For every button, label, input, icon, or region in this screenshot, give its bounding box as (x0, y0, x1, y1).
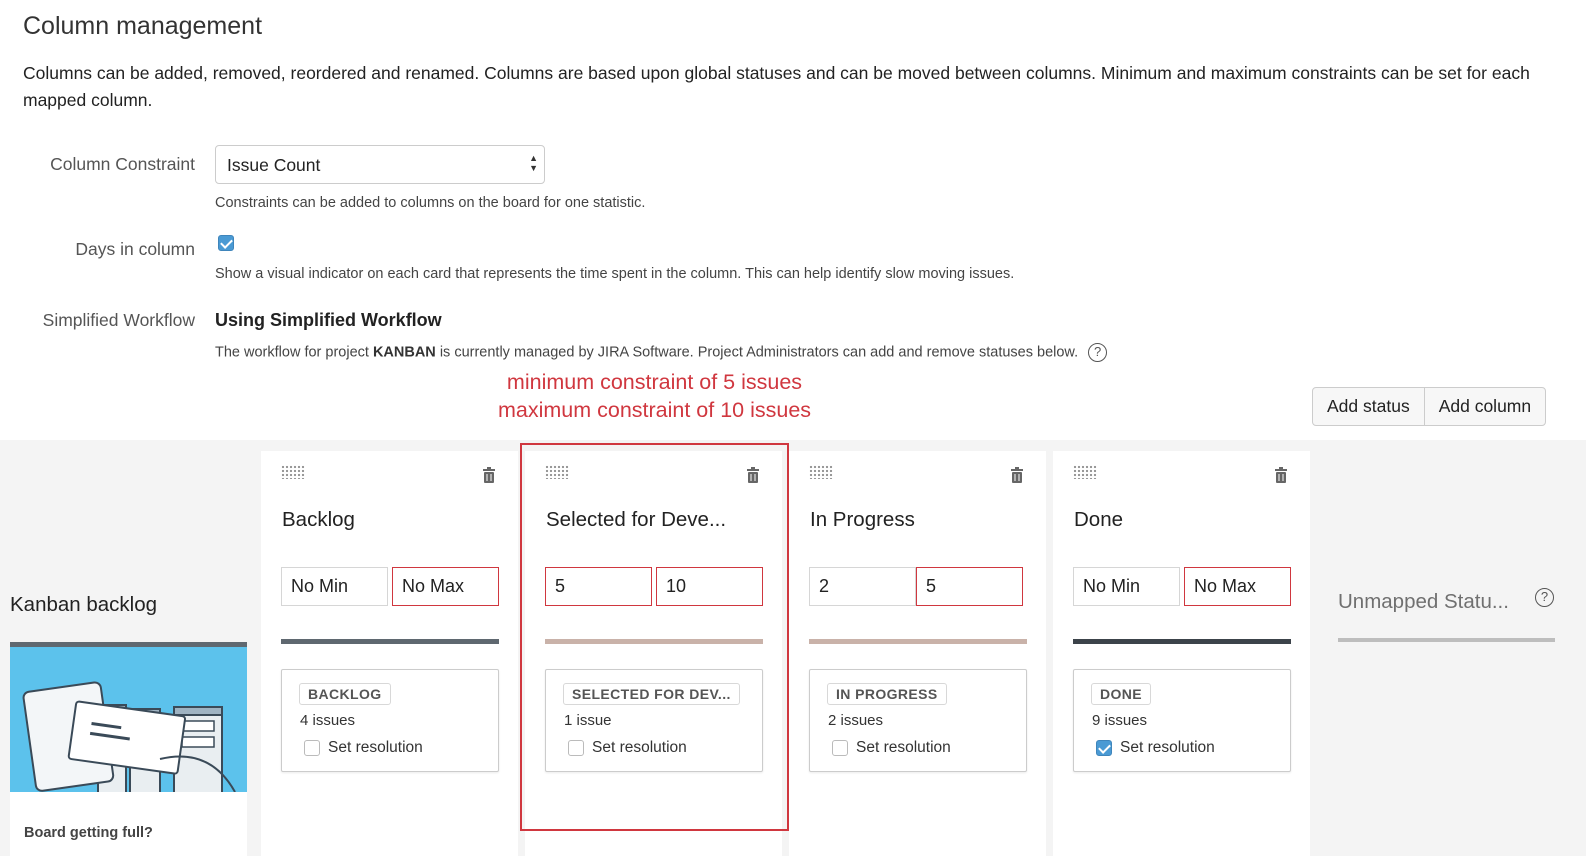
add-status-button[interactable]: Add status (1313, 388, 1424, 425)
days-in-column-checkbox[interactable] (218, 235, 234, 251)
status-lozenge: IN PROGRESS (827, 683, 947, 705)
set-resolution-checkbox[interactable] (1096, 740, 1112, 756)
annotation-max: maximum constraint of 10 issues (497, 398, 812, 422)
issue-count: 2 issues (828, 712, 884, 729)
column-status-bar (1073, 639, 1291, 644)
drag-handle-icon[interactable] (281, 465, 305, 479)
column-constraint-select[interactable]: Issue Count ▲ ▼ (215, 145, 545, 184)
trash-icon[interactable] (482, 466, 496, 484)
constraint-highlight-box (520, 443, 789, 831)
set-resolution-checkbox[interactable] (832, 740, 848, 756)
column-status-bar (809, 639, 1027, 644)
set-resolution-label: Set resolution (328, 739, 423, 756)
drag-handle-icon[interactable] (1073, 465, 1097, 479)
column-min-input[interactable]: No Min (281, 567, 388, 606)
add-column-button[interactable]: Add column (1423, 388, 1545, 425)
column-name[interactable]: Done (1074, 508, 1123, 532)
select-arrows-icon: ▲ ▼ (529, 153, 538, 173)
set-resolution-label: Set resolution (1120, 739, 1215, 756)
help-icon[interactable]: ? (1088, 343, 1108, 362)
trash-icon[interactable] (1274, 466, 1288, 484)
board-full-illustration-svg (22, 681, 236, 796)
issue-count: 4 issues (300, 712, 356, 729)
unmapped-statuses-bar (1338, 638, 1555, 642)
column-constraint-help: Constraints can be added to columns on t… (215, 195, 646, 211)
column-constraint-label: Column Constraint (50, 154, 195, 174)
page-description: Columns can be added, removed, reordered… (23, 63, 1530, 110)
workflow-help-suffix: is currently managed by JIRA Software. P… (435, 344, 1079, 361)
status-card[interactable]: DONE 9 issues Set resolution (1073, 669, 1291, 772)
column-constraint-value: Issue Count (227, 155, 321, 175)
status-card[interactable]: BACKLOG 4 issues Set resolution (281, 669, 499, 772)
set-resolution-checkbox[interactable] (304, 740, 320, 756)
workflow-help-project: KANBAN (372, 344, 436, 361)
issue-count: 9 issues (1092, 712, 1148, 729)
column-actions: Add status Add column (1312, 387, 1547, 426)
column-name[interactable]: Backlog (282, 508, 355, 532)
board-column: Done No Min No Max DONE 9 issues Set res… (1053, 451, 1310, 856)
column-status-bar (281, 639, 499, 644)
board-full-text: Board getting full? (24, 825, 153, 841)
kanban-backlog-panel: Board getting full? (10, 647, 247, 856)
column-board: Kanban backlog Board getting full? Backl… (0, 440, 1586, 856)
status-lozenge: BACKLOG (299, 683, 391, 705)
page-title: Column management (23, 12, 263, 40)
board-column: Backlog No Min No Max BACKLOG 4 issues S… (261, 451, 518, 856)
simplified-workflow-help: The workflow for project KANBAN is curre… (215, 343, 1108, 362)
column-min-input[interactable]: No Min (1073, 567, 1180, 606)
drag-handle-icon[interactable] (809, 465, 833, 479)
column-max-input[interactable]: 5 (916, 567, 1023, 606)
unmapped-statuses-title: Unmapped Statu... (1338, 590, 1509, 613)
set-resolution-label: Set resolution (856, 739, 951, 756)
simplified-workflow-label: Simplified Workflow (42, 310, 195, 330)
kanban-backlog-title: Kanban backlog (10, 593, 158, 616)
column-min-input[interactable]: 2 (809, 567, 916, 606)
workflow-help-prefix: The workflow for project (215, 344, 373, 361)
column-name[interactable]: In Progress (810, 508, 915, 532)
days-in-column-help: Show a visual indicator on each card tha… (215, 266, 1015, 282)
board-full-illustration (10, 647, 247, 796)
annotation-min: minimum constraint of 5 issues (506, 370, 803, 394)
days-in-column-label: Days in column (75, 239, 195, 259)
unmapped-help-icon[interactable]: ? (1535, 588, 1554, 607)
column-max-input[interactable]: No Max (1184, 567, 1291, 606)
column-max-input[interactable]: No Max (392, 567, 499, 606)
status-card[interactable]: IN PROGRESS 2 issues Set resolution (809, 669, 1027, 772)
status-lozenge: DONE (1091, 683, 1152, 705)
trash-icon[interactable] (1010, 466, 1024, 484)
simplified-workflow-value: Using Simplified Workflow (215, 310, 442, 330)
board-column: In Progress 2 5 IN PROGRESS 2 issues Set… (789, 451, 1046, 856)
